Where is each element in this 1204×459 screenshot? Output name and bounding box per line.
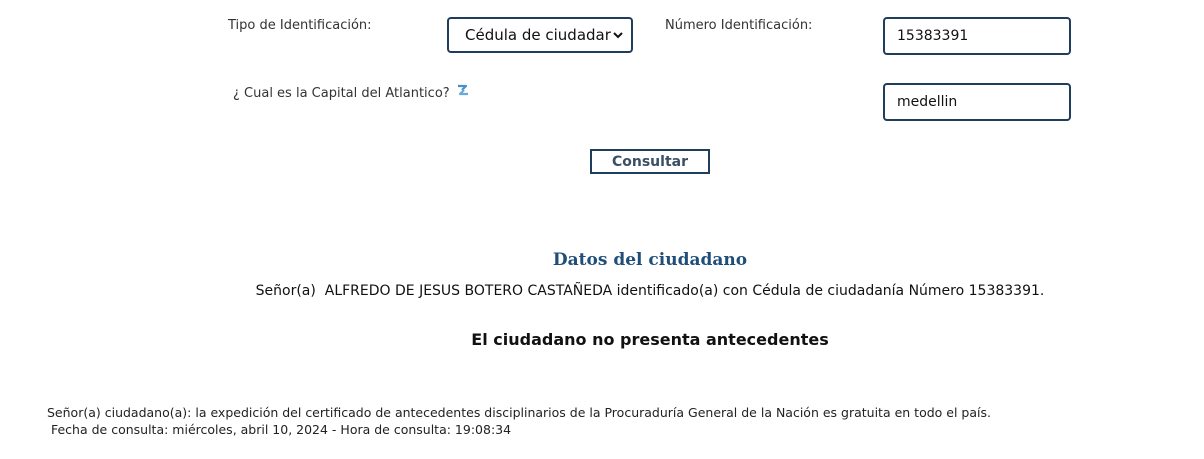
pregunta-label: ¿ Cual es la Capital del Atlantico?: [233, 86, 450, 101]
tipo-identificacion-label: Tipo de Identificación:: [228, 18, 372, 33]
datos-ciudadano-title: Datos del ciudadano: [552, 250, 748, 270]
tipo-identificacion-selected: Cédula de ciudadar: [465, 26, 611, 44]
fecha-consulta: Fecha de consulta: miércoles, abril 10, …: [47, 422, 512, 437]
numero-identificacion-label: Número Identificación:: [665, 18, 813, 33]
gratuidad-notice: Señor(a) ciudadano(a): la expedición del…: [47, 405, 991, 420]
antecedentes-status: El ciudadano no presenta antecedentes: [471, 330, 829, 349]
citizen-info-text: Señor(a) ALFREDO DE JESUS BOTERO CASTAÑE…: [255, 283, 1045, 299]
refresh-icon[interactable]: [456, 83, 470, 97]
tipo-identificacion-select[interactable]: Cédula de ciudadar: [447, 17, 633, 53]
numero-identificacion-input[interactable]: [883, 17, 1071, 55]
chevron-down-icon: [613, 32, 623, 39]
respuesta-captcha-input[interactable]: [883, 83, 1071, 121]
consultar-button[interactable]: Consultar: [590, 149, 710, 174]
